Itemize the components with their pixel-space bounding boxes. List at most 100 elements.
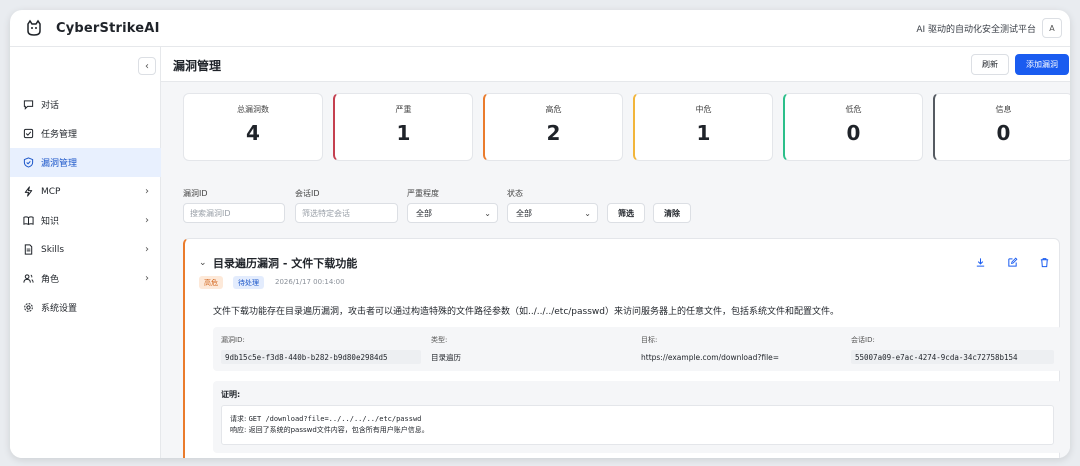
proof-content: 请求: GET /download?file=../../../../etc/p…: [221, 405, 1054, 445]
sidebar-item-label: 知识: [41, 217, 60, 227]
download-icon[interactable]: [973, 255, 987, 269]
meta-id-value: 9db15c5e-f3d8-440b-b282-b9d80e2984d5: [221, 350, 421, 364]
proof-request-value: GET /download?file=../../../../etc/passw…: [248, 415, 422, 423]
meta-session-label: 会话ID:: [851, 336, 875, 344]
status-filter-label: 状态: [507, 189, 523, 198]
sidebar-item-mcp[interactable]: MCP ›: [10, 177, 161, 206]
stat-label: 严重: [395, 105, 412, 114]
sidebar-item-tasks[interactable]: 任务管理: [10, 119, 161, 148]
stat-label: 中危: [695, 105, 712, 114]
chat-icon: [22, 99, 34, 111]
vulnerability-meta: 漏洞ID: 9db15c5e-f3d8-440b-b282-b9d80e2984…: [213, 327, 1062, 371]
status-select-value: 全部: [516, 208, 532, 218]
card-actions: [973, 255, 1051, 269]
sidebar-nav: 对话 任务管理 漏洞管理 MCP › 知识 › Skills › 角色 › 系统…: [10, 90, 161, 322]
chevron-down-icon: ⌄: [584, 208, 591, 218]
sidebar-item-skills[interactable]: Skills ›: [10, 235, 161, 264]
severity-select-value: 全部: [416, 208, 432, 218]
filter-button[interactable]: 筛选: [607, 203, 645, 223]
sidebar-item-label: 角色: [41, 275, 60, 285]
sidebar-item-label: 漏洞管理: [41, 159, 78, 169]
app-window: CyberStrikeAI AI 驱动的自动化安全测试平台 A ‹ 对话 任务管…: [10, 10, 1070, 458]
collapse-chevron-icon[interactable]: ⌄: [199, 258, 207, 268]
trash-icon[interactable]: [1037, 255, 1051, 269]
sidebar-item-label: MCP: [41, 186, 61, 197]
chevron-right-icon: ›: [145, 186, 149, 197]
status-badge: 待处理: [233, 276, 264, 289]
stat-value: 1: [696, 121, 711, 145]
vuln-id-search-input[interactable]: 搜索漏洞ID: [183, 203, 285, 223]
vulnerability-title[interactable]: 目录遍历漏洞 - 文件下载功能: [213, 255, 357, 271]
proof-response: 响应: 返回了系统的passwd文件内容，包含所有用户账户信息。: [230, 425, 1045, 436]
meta-id-label: 漏洞ID:: [221, 336, 245, 344]
logo-icon: [22, 16, 46, 40]
sidebar-collapse-button[interactable]: ‹: [138, 57, 156, 75]
sidebar-item-vulnerabilities[interactable]: 漏洞管理: [10, 148, 161, 177]
app-header: CyberStrikeAI AI 驱动的自动化安全测试平台 A: [10, 10, 1070, 47]
chevron-right-icon: ›: [145, 244, 149, 255]
brand-name: CyberStrikeAI: [56, 20, 160, 36]
vuln-id-filter-label: 漏洞ID: [183, 189, 208, 198]
session-id-filter-input[interactable]: 筛选特定会话: [295, 203, 398, 223]
stat-card-high: 高危 2: [483, 93, 623, 161]
gear-icon: [22, 302, 34, 314]
sidebar-item-label: 任务管理: [41, 130, 78, 140]
stat-value: 2: [546, 121, 561, 145]
user-menu-button[interactable]: A: [1042, 18, 1062, 38]
stat-card-medium: 中危 1: [633, 93, 773, 161]
stat-label: 总漏洞数: [237, 105, 269, 114]
stat-label: 低危: [845, 105, 862, 114]
meta-target-value: https://example.com/download?file=: [641, 352, 780, 362]
stat-value: 4: [246, 121, 260, 145]
stat-label: 高危: [545, 105, 562, 114]
book-icon: [22, 215, 34, 227]
proof-request: 请求: GET /download?file=../../../../etc/p…: [230, 414, 1045, 425]
sidebar-item-label: 对话: [41, 101, 60, 111]
shield-icon: [22, 157, 34, 169]
bolt-icon: [22, 186, 34, 198]
stat-value: 0: [846, 121, 861, 145]
edit-icon[interactable]: [1005, 255, 1019, 269]
stat-label: 信息: [995, 105, 1012, 114]
proof-request-label: 请求:: [230, 415, 247, 423]
stat-value: 1: [396, 121, 411, 145]
created-time: 2026/1/17 00:14:00: [275, 278, 345, 286]
users-icon: [22, 273, 34, 285]
proof-section: 证明: 请求: GET /download?file=../../../../e…: [213, 381, 1062, 453]
refresh-button[interactable]: 刷新: [971, 54, 1009, 75]
main-content: 漏洞管理 刷新 添加漏洞 总漏洞数 4 严重 1 高危 2 中危 1 低危 0 …: [161, 47, 1070, 458]
document-icon: [22, 244, 34, 256]
proof-response-value: 返回了系统的passwd文件内容，包含所有用户账户信息。: [248, 426, 429, 434]
add-vulnerability-button[interactable]: 添加漏洞: [1015, 54, 1069, 75]
stat-card-total: 总漏洞数 4: [183, 93, 323, 161]
tagline: AI 驱动的自动化安全测试平台: [916, 24, 1036, 35]
sidebar-item-label: Skills: [41, 244, 65, 255]
meta-session-value: 55007a09-e7ac-4274-9cda-34c72758b154: [851, 350, 1054, 364]
meta-type-value: 目录遍历: [431, 352, 461, 362]
severity-filter-label: 严重程度: [407, 189, 439, 198]
session-id-filter-label: 会话ID: [295, 189, 320, 198]
stat-card-critical: 严重 1: [333, 93, 473, 161]
meta-target-label: 目标:: [641, 336, 658, 344]
status-select[interactable]: 全部 ⌄: [507, 203, 598, 223]
chevron-down-icon: ⌄: [484, 208, 491, 218]
sidebar-item-knowledge[interactable]: 知识 ›: [10, 206, 161, 235]
page-titlebar: 漏洞管理 刷新 添加漏洞: [161, 47, 1070, 82]
sidebar-item-roles[interactable]: 角色 ›: [10, 264, 161, 293]
meta-type-label: 类型:: [431, 336, 448, 344]
sidebar-item-chat[interactable]: 对话: [10, 90, 161, 119]
clear-filter-button[interactable]: 清除: [653, 203, 691, 223]
checkbox-icon: [22, 128, 34, 140]
stat-card-info: 信息 0: [933, 93, 1070, 161]
severity-badge: 高危: [199, 276, 223, 289]
stat-card-low: 低危 0: [783, 93, 923, 161]
vulnerability-description: 文件下载功能存在目录遍历漏洞，攻击者可以通过构造特殊的文件路径参数（如../..…: [213, 307, 839, 317]
sidebar-item-label: 系统设置: [41, 304, 78, 314]
chevron-right-icon: ›: [145, 273, 149, 284]
chevron-right-icon: ›: [145, 215, 149, 226]
sidebar: ‹ 对话 任务管理 漏洞管理 MCP › 知识 › Skills › 角色 › …: [10, 47, 161, 458]
sidebar-item-settings[interactable]: 系统设置: [10, 293, 161, 322]
stat-value: 0: [996, 121, 1011, 145]
severity-select[interactable]: 全部 ⌄: [407, 203, 498, 223]
page-title: 漏洞管理: [173, 59, 222, 73]
